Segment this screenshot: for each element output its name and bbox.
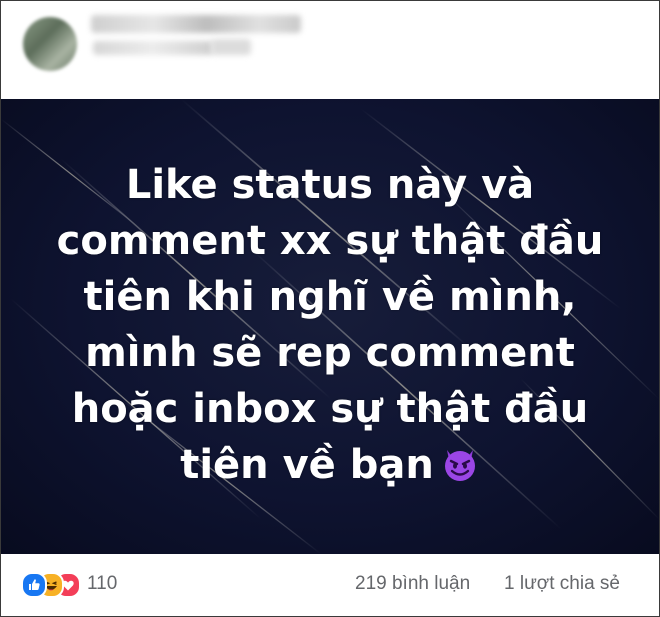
status-background: Like status này và comment xx sự thật đầ… — [1, 99, 659, 554]
facebook-post: Like status này và comment xx sự thật đầ… — [0, 0, 660, 617]
shares-count[interactable]: 1 lượt chia sẻ — [504, 572, 620, 596]
privacy-icon — [211, 39, 251, 55]
status-text: Like status này và comment xx sự thật đầ… — [1, 157, 659, 499]
post-header — [1, 1, 659, 99]
post-footer: 110 219 bình luận 1 lượt chia sẻ — [1, 554, 659, 616]
comments-count[interactable]: 219 bình luận — [355, 572, 470, 596]
like-icon — [21, 572, 47, 598]
smiling-devil-icon — [440, 443, 480, 499]
author-name-blurred[interactable] — [91, 15, 301, 33]
reaction-count[interactable]: 110 — [87, 572, 117, 596]
avatar[interactable] — [23, 17, 77, 71]
status-text-content: Like status này và comment xx sự thật đầ… — [56, 162, 604, 488]
post-meta-blurred — [93, 41, 213, 55]
